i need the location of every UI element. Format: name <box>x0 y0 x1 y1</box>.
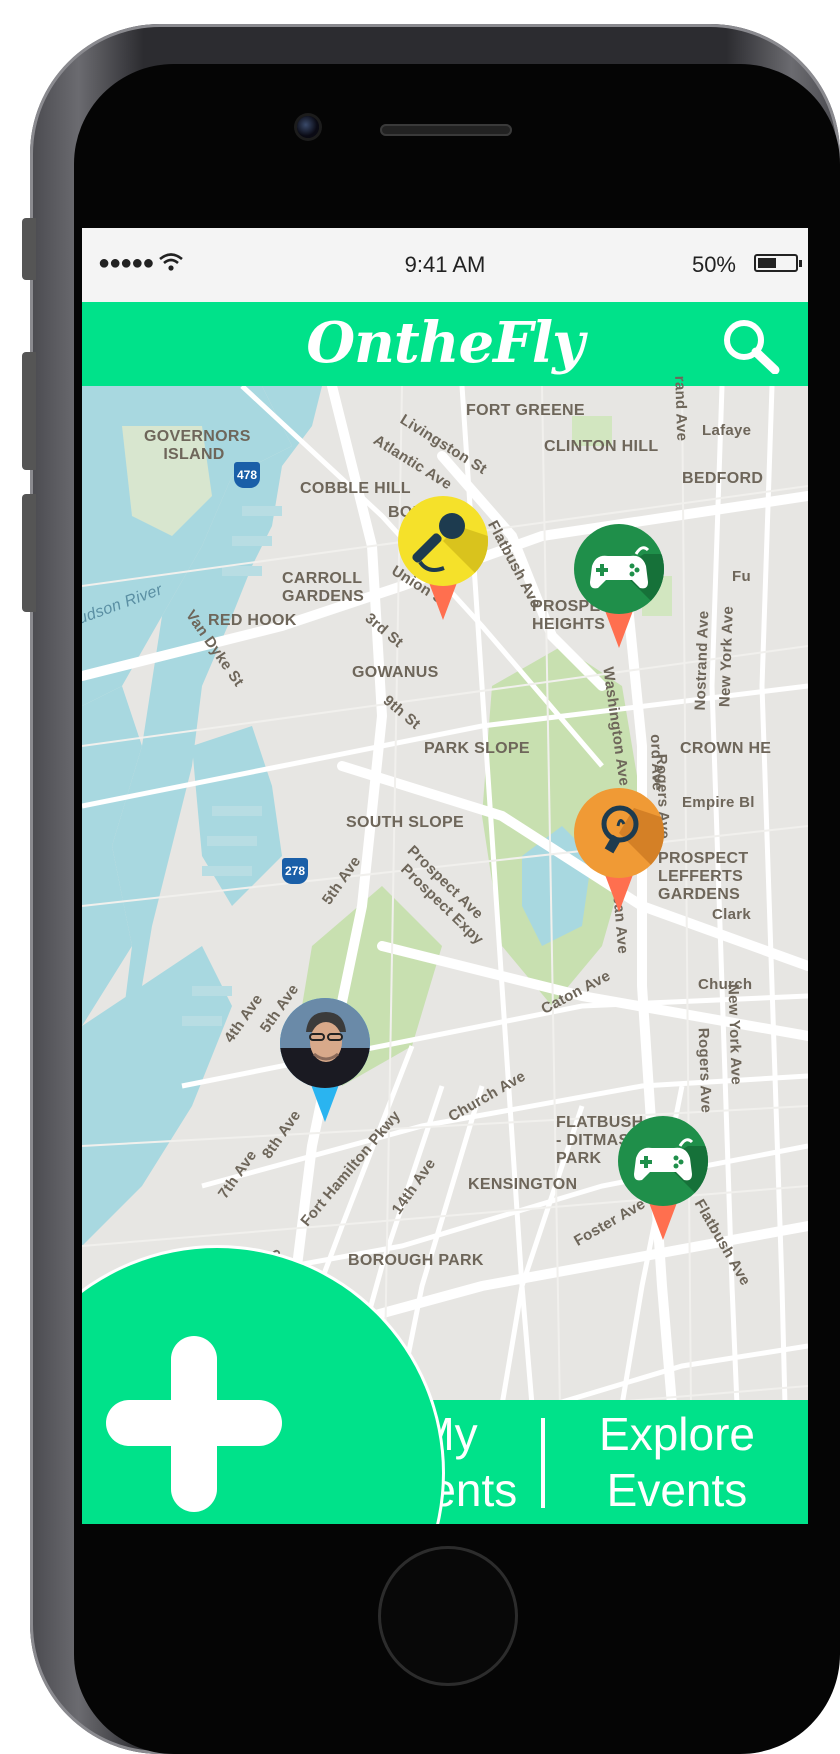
map-street-fulton: Fu <box>732 568 751 585</box>
microphone-icon <box>412 513 488 586</box>
user-avatar <box>280 998 370 1088</box>
map-street-empire: Empire Bl <box>682 794 755 811</box>
idea-event-pin[interactable] <box>574 788 664 918</box>
map-street-rogers-2: Rogers Ave <box>694 1027 715 1114</box>
explore-events-button[interactable]: Explore Events <box>552 1400 802 1524</box>
map-street-grand: rand Ave <box>671 375 691 442</box>
explore-events-label-line1: Explore <box>599 1408 755 1460</box>
map-street-clark: Clark <box>712 906 752 923</box>
volume-up-button <box>22 352 36 470</box>
app-header: OntheFly <box>82 302 808 386</box>
map-street-new-york: New York Ave <box>716 605 737 708</box>
map-label-bedford: BEDFORD <box>682 470 764 487</box>
gamepad-icon <box>590 546 664 614</box>
search-icon[interactable] <box>720 318 780 374</box>
map-label-prospect-lefferts: PROSPECT LEFFERTS GARDENS <box>658 850 749 903</box>
app-screen: ●●●●● 9:41 AM 50% OntheFly 478 278 FORT … <box>82 228 808 1524</box>
battery-percentage: 50% <box>691 252 736 277</box>
map-street-new-york-2: New York Ave <box>724 983 745 1086</box>
interstate-278-shield: 278 <box>282 858 308 884</box>
interstate-478-shield: 478 <box>234 462 260 488</box>
map-label-cobble-hill: COBBLE HILL <box>300 480 411 497</box>
map-label-fort-greene: FORT GREENE <box>466 402 585 419</box>
map-label-borough-park: BOROUGH PARK <box>348 1252 484 1269</box>
front-camera <box>297 116 319 138</box>
map-street-nostrand: Nostrand Ave <box>691 610 713 711</box>
map-label-red-hook: RED HOOK <box>208 612 297 629</box>
volume-down-button <box>22 494 36 612</box>
map-label-park-slope: PARK SLOPE <box>424 740 530 757</box>
map-label-carroll-gardens: CARROLL GARDENS <box>282 570 365 605</box>
map-label-gowanus: GOWANUS <box>352 664 439 681</box>
map-label-governors-island: GOVERNORS ISLAND <box>144 428 251 463</box>
explore-events-label-line2: Events <box>606 1464 748 1516</box>
user-location-pin[interactable] <box>280 998 370 1128</box>
earpiece-speaker <box>380 124 512 136</box>
map-label-south-slope: SOUTH SLOPE <box>346 814 464 831</box>
nav-divider <box>541 1418 545 1508</box>
gaming-event-pin-2[interactable] <box>618 1116 708 1246</box>
gaming-event-pin[interactable] <box>574 524 664 654</box>
app-logo: OntheFly <box>306 310 584 376</box>
map-street-lafayette: Lafaye <box>702 422 752 439</box>
home-button[interactable] <box>378 1546 518 1686</box>
map-label-clinton-hill: CLINTON HILL <box>544 438 659 455</box>
lightbulb-icon <box>601 805 664 878</box>
status-bar: ●●●●● 9:41 AM 50% <box>82 228 808 302</box>
map-label-kensington: KENSINGTON <box>468 1176 578 1193</box>
mute-switch <box>22 218 36 280</box>
map-street-ford: ord Ave <box>646 733 666 792</box>
map-label-crown-heights: CROWN HE <box>680 740 772 757</box>
plus-icon-vertical <box>171 1336 217 1512</box>
battery-icon <box>754 254 802 272</box>
gamepad-icon-2 <box>634 1138 708 1206</box>
karaoke-event-pin[interactable] <box>398 496 488 626</box>
